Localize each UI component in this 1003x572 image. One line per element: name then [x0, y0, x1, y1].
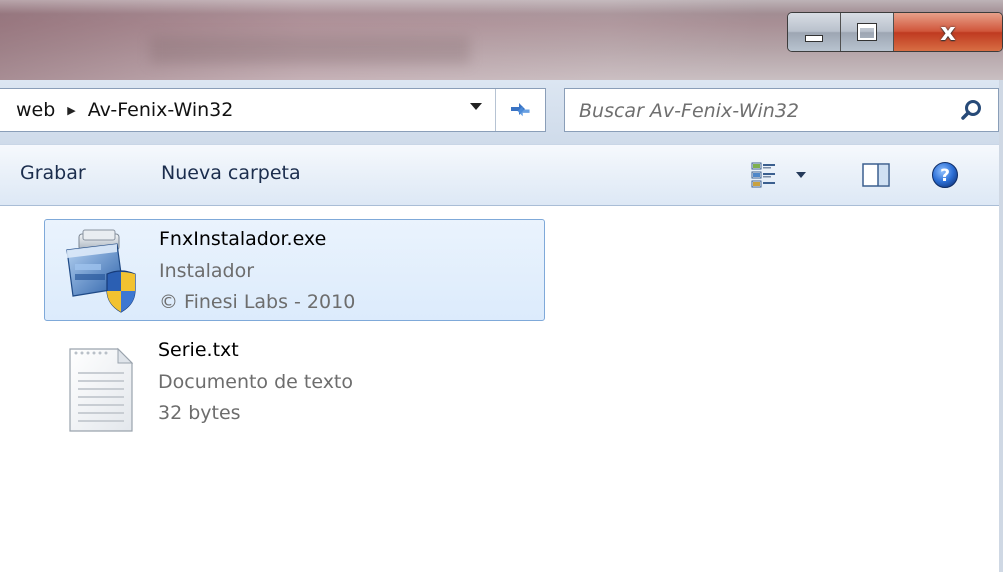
chevron-right-icon[interactable]: ▶: [67, 104, 75, 117]
svg-text:?: ?: [940, 166, 950, 186]
maximize-icon: [857, 23, 877, 41]
address-bar[interactable]: web ▶ Av-Fenix-Win32: [0, 88, 546, 132]
change-view-icon[interactable]: [751, 162, 781, 188]
file-type: Instalador: [159, 260, 255, 282]
command-toolbar: Grabar Nueva carpeta ?: [0, 144, 1003, 206]
close-button[interactable]: x: [894, 13, 1002, 51]
file-publisher: © Finesi Labs - 2010: [159, 291, 356, 313]
refresh-button[interactable]: [495, 89, 546, 131]
help-icon[interactable]: ?: [931, 161, 959, 189]
search-icon[interactable]: [959, 98, 985, 124]
maximize-button[interactable]: [841, 13, 894, 51]
breadcrumb-web[interactable]: web: [16, 99, 55, 121]
refresh-icon: [511, 103, 530, 117]
file-list: FnxInstalador.exe Instalador © Finesi La…: [0, 206, 1003, 572]
minimize-button[interactable]: [788, 13, 841, 51]
grabar-button[interactable]: Grabar: [20, 162, 86, 184]
new-folder-button[interactable]: Nueva carpeta: [161, 162, 301, 184]
file-item-serie[interactable]: Serie.txt Documento de texto 32 bytes: [44, 331, 545, 433]
preview-pane-icon[interactable]: [862, 163, 890, 187]
installer-icon: [66, 229, 136, 313]
file-name: Serie.txt: [158, 339, 239, 361]
text-document-icon: [69, 347, 134, 432]
title-bar[interactable]: x: [0, 0, 1003, 80]
title-bar-glass-blur: [150, 36, 470, 64]
close-icon: x: [940, 18, 956, 46]
chevron-down-icon[interactable]: [470, 103, 482, 110]
file-name: FnxInstalador.exe: [159, 228, 327, 250]
view-options-dropdown-icon[interactable]: [796, 172, 806, 178]
minimize-icon: [805, 34, 823, 42]
breadcrumb-current-folder[interactable]: Av-Fenix-Win32: [88, 99, 234, 121]
window-right-border: [999, 80, 1003, 572]
address-row: web ▶ Av-Fenix-Win32: [0, 80, 1003, 144]
file-type: Documento de texto: [158, 371, 354, 393]
caption-buttons: x: [787, 12, 1003, 52]
file-size: 32 bytes: [158, 402, 241, 424]
search-box[interactable]: [564, 88, 999, 132]
file-item-fnxinstalador[interactable]: FnxInstalador.exe Instalador © Finesi La…: [44, 219, 545, 321]
search-input[interactable]: [577, 96, 951, 126]
